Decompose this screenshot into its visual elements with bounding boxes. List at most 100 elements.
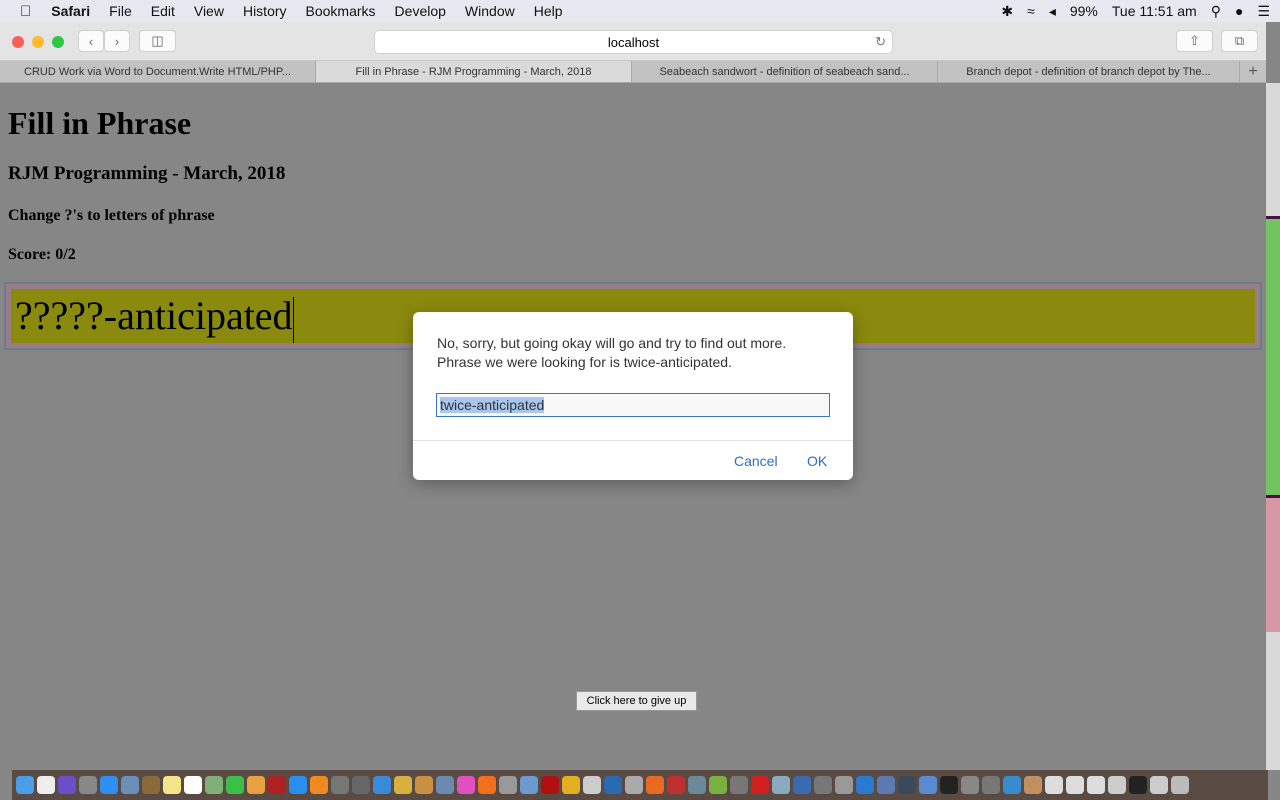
close-window-button[interactable] xyxy=(12,36,24,48)
clock[interactable]: Tue 11:51 am xyxy=(1112,3,1197,19)
tab-crud-work[interactable]: CRUD Work via Word to Document.Write HTM… xyxy=(0,61,316,82)
address-bar[interactable]: localhost ↻ xyxy=(374,30,893,54)
app-icon[interactable] xyxy=(1066,776,1084,794)
vscode-icon[interactable] xyxy=(856,776,874,794)
system-preferences-icon[interactable] xyxy=(331,776,349,794)
app-icon[interactable] xyxy=(898,776,916,794)
back-button[interactable]: ‹ xyxy=(78,30,104,52)
app-icon[interactable] xyxy=(919,776,937,794)
app-icon[interactable] xyxy=(772,776,790,794)
siri-icon[interactable]: ● xyxy=(1235,3,1243,19)
bluetooth-icon[interactable]: ✱ xyxy=(1001,3,1013,20)
tab-branch-depot[interactable]: Branch depot - definition of branch depo… xyxy=(938,61,1240,82)
menu-edit[interactable]: Edit xyxy=(151,3,175,19)
calendar-icon[interactable] xyxy=(184,776,202,794)
app-icon[interactable] xyxy=(1087,776,1105,794)
trash-icon[interactable] xyxy=(1171,776,1189,794)
share-icon: ⇧ xyxy=(1189,33,1200,48)
app-icon[interactable] xyxy=(835,776,853,794)
battery-percent[interactable]: 99% xyxy=(1070,3,1098,19)
new-tab-button[interactable]: + xyxy=(1240,61,1266,82)
siri-icon[interactable] xyxy=(58,776,76,794)
menu-bookmarks[interactable]: Bookmarks xyxy=(306,3,376,19)
menu-history[interactable]: History xyxy=(243,3,287,19)
share-button[interactable]: ⇧ xyxy=(1176,30,1213,52)
dialog-input[interactable]: twice-anticipated xyxy=(436,393,830,417)
app-icon[interactable] xyxy=(583,776,601,794)
forward-button[interactable]: › xyxy=(104,30,130,52)
app-icon[interactable] xyxy=(1045,776,1063,794)
avast-icon[interactable] xyxy=(478,776,496,794)
apple-icon[interactable]:  xyxy=(20,3,31,20)
ok-button[interactable]: OK xyxy=(807,453,827,469)
photos-icon[interactable] xyxy=(247,776,265,794)
tab-seabeach-sandwort[interactable]: Seabeach sandwort - definition of seabea… xyxy=(632,61,938,82)
volume-icon[interactable]: ◂ xyxy=(1049,3,1056,20)
tab-fill-in-phrase[interactable]: Fill in Phrase - RJM Programming - March… xyxy=(316,61,632,82)
app-icon[interactable] xyxy=(604,776,622,794)
app-store-icon[interactable] xyxy=(289,776,307,794)
zoom-window-button[interactable] xyxy=(52,36,64,48)
notes-icon[interactable] xyxy=(163,776,181,794)
gimp-icon[interactable] xyxy=(352,776,370,794)
firefox-icon[interactable] xyxy=(646,776,664,794)
text-caret xyxy=(292,296,294,343)
notebook-icon[interactable] xyxy=(142,776,160,794)
github-icon[interactable] xyxy=(940,776,958,794)
help-icon[interactable] xyxy=(982,776,1000,794)
photo-booth-icon[interactable] xyxy=(268,776,286,794)
give-up-button[interactable]: Click here to give up xyxy=(576,691,697,711)
chrome-icon[interactable] xyxy=(562,776,580,794)
tabs-overview-button[interactable]: ⧉ xyxy=(1221,30,1258,52)
menu-view[interactable]: View xyxy=(194,3,224,19)
virtualbox-icon[interactable] xyxy=(793,776,811,794)
menu-help[interactable]: Help xyxy=(534,3,563,19)
app-icon[interactable] xyxy=(1024,776,1042,794)
menu-app-name[interactable]: Safari xyxy=(51,3,90,19)
help-icon[interactable] xyxy=(730,776,748,794)
menu-file[interactable]: File xyxy=(109,3,132,19)
preview-icon[interactable] xyxy=(121,776,139,794)
help-icon[interactable] xyxy=(814,776,832,794)
app-icon[interactable] xyxy=(436,776,454,794)
page-title: Fill in Phrase xyxy=(8,105,192,141)
cancel-button[interactable]: Cancel xyxy=(734,453,778,469)
app-icon[interactable] xyxy=(520,776,538,794)
spotlight-icon[interactable]: ⚲ xyxy=(1211,3,1221,20)
document-icon[interactable] xyxy=(37,776,55,794)
app-icon[interactable] xyxy=(961,776,979,794)
menu-window[interactable]: Window xyxy=(465,3,515,19)
filezilla-icon[interactable] xyxy=(541,776,559,794)
minimize-window-button[interactable] xyxy=(32,36,44,48)
finder-icon[interactable] xyxy=(16,776,34,794)
menu-bar:  Safari File Edit View History Bookmark… xyxy=(0,0,1280,22)
app-icon[interactable] xyxy=(1003,776,1021,794)
sidebar-button[interactable]: ◫ xyxy=(139,30,176,52)
app-icon[interactable] xyxy=(1108,776,1126,794)
app-icon[interactable] xyxy=(625,776,643,794)
app-icon[interactable] xyxy=(667,776,685,794)
tabs-icon: ⧉ xyxy=(1234,33,1245,48)
menu-develop[interactable]: Develop xyxy=(395,3,446,19)
prompt-dialog: No, sorry, but going okay will go and tr… xyxy=(413,312,853,480)
wifi-icon[interactable]: ≈ xyxy=(1027,3,1035,19)
facetime-icon[interactable] xyxy=(226,776,244,794)
maps-icon[interactable] xyxy=(205,776,223,794)
app-icon[interactable] xyxy=(877,776,895,794)
android-icon[interactable] xyxy=(709,776,727,794)
app-icon[interactable] xyxy=(1129,776,1147,794)
xcode-icon[interactable] xyxy=(373,776,391,794)
app-icon[interactable] xyxy=(1150,776,1168,794)
opera-icon[interactable] xyxy=(751,776,769,794)
app-icon[interactable] xyxy=(394,776,412,794)
app-icon[interactable] xyxy=(688,776,706,794)
reload-icon[interactable]: ↻ xyxy=(875,34,886,50)
app-icon[interactable] xyxy=(415,776,433,794)
app-icon[interactable] xyxy=(499,776,517,794)
launchpad-icon[interactable] xyxy=(79,776,97,794)
notification-center-icon[interactable]: ☰ xyxy=(1257,3,1270,20)
dialog-message-line: No, sorry, but going okay will go and tr… xyxy=(437,335,787,351)
safari-icon[interactable] xyxy=(100,776,118,794)
itunes-icon[interactable] xyxy=(457,776,475,794)
ibooks-icon[interactable] xyxy=(310,776,328,794)
